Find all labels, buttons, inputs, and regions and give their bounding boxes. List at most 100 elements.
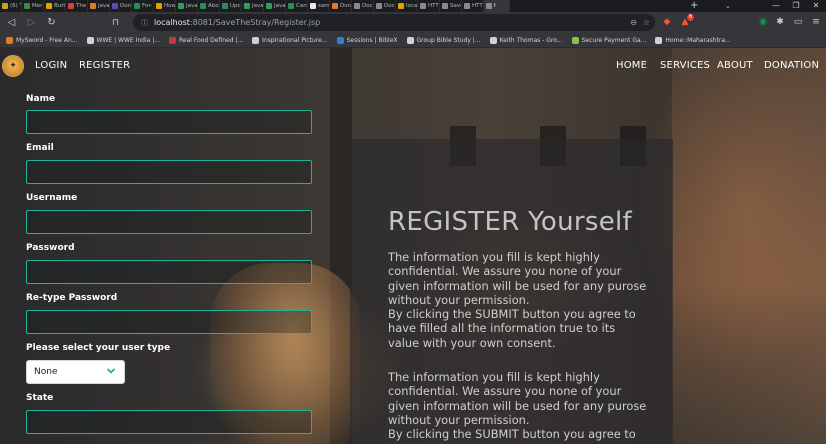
browser-tab[interactable]: Doc: [352, 0, 374, 12]
retype-password-label: Re-type Password: [26, 293, 118, 303]
browser-tab[interactable]: How: [154, 0, 176, 12]
tab-favicon-icon: [464, 3, 470, 9]
maximize-icon[interactable]: ❐: [786, 0, 806, 12]
panel-paragraph: By clicking the SUBMIT button you agree …: [388, 427, 636, 441]
brave-shields-icon[interactable]: ◆: [660, 15, 674, 29]
username-input[interactable]: [26, 210, 312, 234]
sidebar-icon[interactable]: ▭: [791, 15, 805, 29]
panel-paragraph: By clicking the SUBMIT button you agree …: [388, 307, 636, 350]
tab-label: Java: [186, 3, 198, 9]
nav-login-link[interactable]: LOGIN: [35, 60, 67, 71]
bookmark-favicon-icon: [252, 36, 260, 44]
bookmark-item[interactable]: Group Bible Study |...: [406, 36, 481, 44]
address-bar[interactable]: ⓘ localhost :8081/SaveTheStray/Register.…: [133, 14, 655, 31]
forward-icon[interactable]: ▷: [23, 14, 40, 31]
name-input[interactable]: [26, 110, 312, 134]
user-type-select[interactable]: None: [26, 360, 125, 384]
tab-favicon-icon: [46, 3, 52, 9]
reload-icon[interactable]: ↻: [43, 14, 60, 31]
browser-tab[interactable]: Don: [330, 0, 352, 12]
back-icon[interactable]: ◁: [3, 14, 20, 31]
nav-about-link[interactable]: ABOUT: [717, 60, 753, 71]
nav-register-link[interactable]: REGISTER: [79, 60, 130, 71]
rewards-badge: 8: [686, 14, 694, 21]
browser-tab[interactable]: sam: [308, 0, 330, 12]
browser-tab[interactable]: The: [66, 0, 88, 12]
retype-password-input[interactable]: [26, 310, 312, 334]
nav-home-link[interactable]: HOME: [616, 60, 647, 71]
vpn-extension-icon[interactable]: ◉: [756, 15, 770, 29]
browser-tab[interactable]: local: [396, 0, 418, 12]
password-input[interactable]: [26, 260, 312, 284]
bookmark-item[interactable]: Inspirational Picture...: [252, 36, 328, 44]
email-label: Email: [26, 143, 54, 153]
brave-rewards-icon[interactable]: ▲ 8: [678, 14, 694, 29]
tab-favicon-icon: [222, 3, 228, 9]
nav-services-link[interactable]: SERVICES: [660, 60, 710, 71]
browser-tab[interactable]: Mer: [22, 0, 44, 12]
star-icon[interactable]: ☆: [643, 18, 650, 27]
new-tab-button[interactable]: +: [690, 0, 698, 12]
state-label: State: [26, 393, 54, 403]
tab-favicon-icon: [442, 3, 448, 9]
bookmark-item[interactable]: Secure Payment Ga...: [571, 36, 646, 44]
browser-tab[interactable]: Save: [440, 0, 462, 12]
logo-icon: ✦: [9, 61, 17, 71]
bookmark-item[interactable]: Real Food Defined |...: [168, 36, 243, 44]
browser-tab[interactable]: Doc: [374, 0, 396, 12]
tab-favicon-icon: [266, 3, 272, 9]
nav-donation-link[interactable]: DONATION: [764, 60, 819, 71]
bookmark-item[interactable]: Home::Maharashtra...: [655, 36, 731, 44]
bookmark-item[interactable]: Keith Thomas - Gro...: [489, 36, 563, 44]
browser-tab[interactable]: Java: [264, 0, 286, 12]
browser-tab[interactable]: Can: [286, 0, 308, 12]
browser-tab[interactable]: Upc: [220, 0, 242, 12]
browser-tab[interactable]: HTT: [418, 0, 440, 12]
browser-tab[interactable]: java: [88, 0, 110, 12]
tab-label: For-: [142, 3, 153, 9]
browser-tab[interactable]: (6) T: [0, 0, 22, 12]
tab-favicon-icon: [376, 3, 382, 9]
tab-label: Don: [340, 3, 352, 9]
browser-tab[interactable]: HTT: [462, 0, 484, 12]
tab-favicon-icon: [90, 3, 96, 9]
browser-tab[interactable]: Butt: [44, 0, 66, 12]
panel-paragraph: The information you fill is kept highly …: [388, 250, 647, 307]
email-input[interactable]: [26, 160, 312, 184]
user-type-value: None: [34, 367, 58, 377]
menu-icon[interactable]: ≡: [809, 15, 823, 29]
user-type-label: Please select your user type: [26, 343, 171, 353]
zoom-icon[interactable]: ⊖: [630, 18, 637, 27]
browser-tab[interactable]: Java: [242, 0, 264, 12]
browser-tab[interactable]: For-: [132, 0, 154, 12]
minimize-icon[interactable]: —: [766, 0, 786, 12]
tab-favicon-icon: [486, 3, 492, 9]
browser-tab[interactable]: Don: [110, 0, 132, 12]
bookmark-item[interactable]: Sessions | BibleX: [336, 36, 398, 44]
chevron-down-icon: [106, 368, 116, 374]
bookmark-favicon-icon: [336, 36, 344, 44]
browser-tab[interactable]: I: [484, 0, 510, 12]
extensions-puzzle-icon[interactable]: ✱: [773, 15, 787, 29]
username-label: Username: [26, 193, 78, 203]
tab-search-icon[interactable]: ⌄: [725, 0, 731, 12]
bookmark-favicon-icon: [489, 36, 497, 44]
bookmark-icon[interactable]: ⊓: [112, 18, 119, 28]
tab-favicon-icon: [178, 3, 184, 9]
panel-title: REGISTER Yourself: [388, 207, 632, 237]
bookmark-favicon-icon: [571, 36, 579, 44]
tab-favicon-icon: [68, 3, 74, 9]
bookmark-item[interactable]: MySword - Free An...: [6, 36, 78, 44]
tab-favicon-icon: [398, 3, 404, 9]
bookmark-item[interactable]: WWE | WWE India |...: [86, 36, 160, 44]
close-icon[interactable]: ✕: [806, 0, 826, 12]
browser-tab[interactable]: Abo: [198, 0, 220, 12]
site-info-icon[interactable]: ⓘ: [141, 18, 148, 28]
state-input[interactable]: [26, 410, 312, 434]
browser-tab[interactable]: Java: [176, 0, 198, 12]
site-logo[interactable]: ✦: [2, 55, 24, 77]
tab-label: Java: [252, 3, 264, 9]
bookmark-favicon-icon: [406, 36, 414, 44]
bookmark-favicon-icon: [168, 36, 176, 44]
tab-label: HTT: [428, 3, 439, 9]
